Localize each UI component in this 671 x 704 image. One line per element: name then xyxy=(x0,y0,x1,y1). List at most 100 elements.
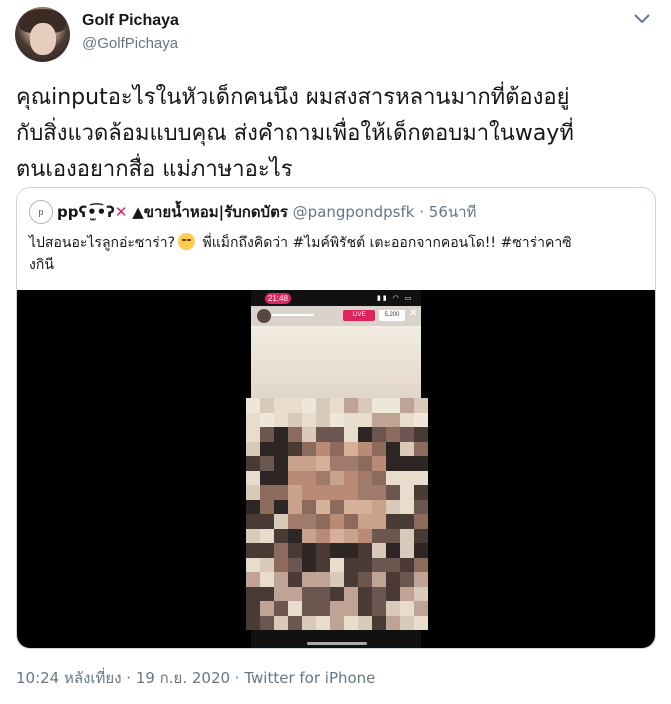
quoted-handle[interactable]: @pangpondpsfk xyxy=(293,203,415,221)
mosaic-tile xyxy=(274,456,288,471)
mosaic-tile xyxy=(274,543,288,558)
author-avatar[interactable] xyxy=(15,7,70,62)
mosaic-tile xyxy=(288,456,302,471)
mosaic-tile xyxy=(246,499,260,514)
mosaic-tile xyxy=(260,456,274,471)
quoted-header: ppʕ•̫͡•ʔ✕ ▲ขายน้ำหอม|รับกดบัตร @pangpond… xyxy=(57,200,476,224)
mosaic-tile xyxy=(330,615,344,630)
mosaic-tile xyxy=(302,427,316,442)
mosaic-tile xyxy=(358,572,372,587)
mosaic-tile xyxy=(414,456,428,471)
mosaic-tile xyxy=(344,514,358,529)
cross-mark-icon: ✕ xyxy=(114,203,128,221)
mosaic-tile xyxy=(344,572,358,587)
mosaic-tile xyxy=(274,441,288,456)
mosaic-tile xyxy=(386,398,400,413)
pixelated-face xyxy=(246,398,428,630)
mosaic-tile xyxy=(288,615,302,630)
mosaic-tile xyxy=(246,572,260,587)
mosaic-tile xyxy=(400,543,414,558)
mosaic-tile xyxy=(358,470,372,485)
mosaic-tile xyxy=(316,470,330,485)
quoted-name-suffix[interactable]: ขายน้ำหอม|รับกดบัตร xyxy=(144,203,288,221)
mosaic-tile xyxy=(344,499,358,514)
mosaic-tile xyxy=(358,456,372,471)
mosaic-tile xyxy=(344,441,358,456)
mosaic-tile xyxy=(246,427,260,442)
mosaic-tile xyxy=(372,499,386,514)
live-username: ▬▬▬▬▬▬ xyxy=(272,311,314,318)
mosaic-tile xyxy=(344,586,358,601)
mosaic-tile xyxy=(372,456,386,471)
mosaic-tile xyxy=(344,485,358,500)
mosaic-tile xyxy=(414,514,428,529)
mosaic-tile xyxy=(400,528,414,543)
mosaic-tile xyxy=(260,601,274,616)
mosaic-tile xyxy=(288,586,302,601)
mosaic-tile xyxy=(330,572,344,587)
mosaic-tile xyxy=(260,470,274,485)
mosaic-tile xyxy=(260,615,274,630)
mosaic-tile xyxy=(316,514,330,529)
mosaic-tile xyxy=(274,398,288,413)
live-badge: LIVE xyxy=(343,310,375,321)
mosaic-tile xyxy=(400,557,414,572)
mosaic-tile xyxy=(288,514,302,529)
mosaic-tile xyxy=(260,427,274,442)
mosaic-tile xyxy=(288,557,302,572)
mosaic-tile xyxy=(386,427,400,442)
tweet-line: กับสิ่งแวดล้อมแบบคุณ ส่งคำถามเพื่อให้เด็… xyxy=(16,121,574,146)
quoted-media[interactable]: 21:48 ▮▮ ◠ ▭ ▬▬▬▬▬▬ LIVE 5,200 ✕ xyxy=(17,290,655,648)
mosaic-tile xyxy=(414,412,428,427)
mosaic-tile xyxy=(358,427,372,442)
mosaic-tile xyxy=(358,485,372,500)
quoted-avatar[interactable]: p xyxy=(29,200,53,224)
quoted-text-a: ไปสอนอะไรลูกอ่ะซาร่า? xyxy=(29,235,176,251)
mosaic-tile xyxy=(386,586,400,601)
mosaic-tile xyxy=(274,572,288,587)
mosaic-tile xyxy=(414,586,428,601)
home-indicator xyxy=(307,642,367,645)
mosaic-tile xyxy=(344,427,358,442)
mosaic-tile xyxy=(288,601,302,616)
mosaic-tile xyxy=(246,528,260,543)
mosaic-tile xyxy=(386,499,400,514)
mosaic-tile xyxy=(246,456,260,471)
mosaic-tile xyxy=(288,572,302,587)
mosaic-tile xyxy=(400,470,414,485)
mosaic-tile xyxy=(400,499,414,514)
mosaic-tile xyxy=(260,557,274,572)
mosaic-tile xyxy=(288,528,302,543)
mosaic-tile xyxy=(358,514,372,529)
mosaic-tile xyxy=(302,615,316,630)
mosaic-tile xyxy=(400,441,414,456)
mosaic-tile xyxy=(302,528,316,543)
mosaic-tile xyxy=(386,601,400,616)
mosaic-tile xyxy=(358,441,372,456)
mosaic-tile xyxy=(358,499,372,514)
mountain-icon: ▲ xyxy=(132,203,144,221)
mosaic-tile xyxy=(316,398,330,413)
tweet-timestamp[interactable]: 10:24 หลังเที่ยง · 19 ก.ย. 2020 · Twitte… xyxy=(16,666,375,690)
quoted-name[interactable]: ppʕ•̫͡•ʔ xyxy=(57,203,115,221)
chevron-down-icon[interactable] xyxy=(632,12,652,26)
mosaic-tile xyxy=(400,615,414,630)
mosaic-tile xyxy=(330,485,344,500)
author-handle[interactable]: @GolfPichaya xyxy=(82,35,178,52)
mosaic-tile xyxy=(260,398,274,413)
mosaic-tile xyxy=(344,543,358,558)
close-icon: ✕ xyxy=(409,308,418,319)
mosaic-tile xyxy=(386,543,400,558)
quoted-tweet[interactable]: p ppʕ•̫͡•ʔ✕ ▲ขายน้ำหอม|รับกดบัตร @pangpo… xyxy=(16,187,656,649)
mosaic-tile xyxy=(386,557,400,572)
mosaic-tile xyxy=(372,528,386,543)
mosaic-tile xyxy=(316,456,330,471)
mosaic-tile xyxy=(274,412,288,427)
mosaic-tile xyxy=(274,499,288,514)
mosaic-tile xyxy=(316,615,330,630)
mosaic-tile xyxy=(414,499,428,514)
mosaic-tile xyxy=(400,572,414,587)
mosaic-tile xyxy=(274,427,288,442)
mosaic-tile xyxy=(302,601,316,616)
author-name[interactable]: Golf Pichaya xyxy=(82,12,179,30)
